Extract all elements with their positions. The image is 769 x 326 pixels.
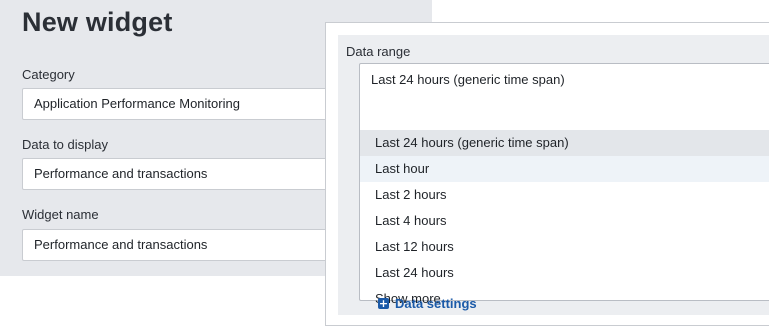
plus-icon: + bbox=[378, 296, 389, 310]
category-label: Category bbox=[22, 67, 75, 82]
data-range-option[interactable]: Last 12 hours bbox=[360, 234, 769, 260]
data-range-select[interactable]: Last 24 hours (generic time span) Last 2… bbox=[359, 63, 769, 306]
data-range-option[interactable]: Last 24 hours (generic time span) bbox=[360, 130, 769, 156]
data-settings-link[interactable]: + Data settings bbox=[378, 295, 477, 311]
data-range-label: Data range bbox=[346, 44, 411, 59]
widget-name-label: Widget name bbox=[22, 207, 99, 222]
widget-editor: New widget Category Application Performa… bbox=[0, 0, 769, 326]
data-range-option[interactable]: Last 24 hours bbox=[360, 260, 769, 286]
data-range-panel: Data range Last 24 hours (generic time s… bbox=[325, 22, 769, 326]
page-title: New widget bbox=[22, 7, 173, 37]
data-to-display-label: Data to display bbox=[22, 137, 108, 152]
data-settings-label: Data settings bbox=[395, 295, 477, 311]
data-range-option[interactable]: Last hour bbox=[360, 156, 769, 182]
data-range-option[interactable]: Last 4 hours bbox=[360, 208, 769, 234]
data-range-option[interactable]: Last 2 hours bbox=[360, 182, 769, 208]
data-range-selected-value[interactable]: Last 24 hours (generic time span) bbox=[371, 72, 565, 87]
